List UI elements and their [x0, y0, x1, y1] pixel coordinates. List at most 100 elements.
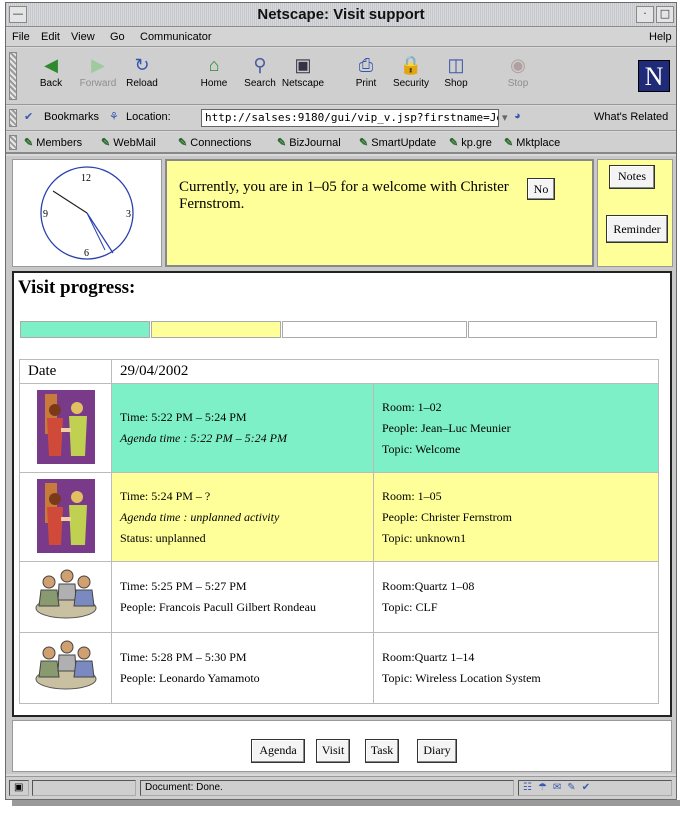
- location-icon: ⚘: [109, 111, 119, 123]
- link-label: Connections: [190, 137, 252, 149]
- menu-edit[interactable]: Edit: [41, 31, 60, 43]
- visit-button[interactable]: Visit: [316, 739, 350, 763]
- url-dropdown-icon[interactable]: ▾: [502, 111, 508, 124]
- navigation-toolbar: ◀ Back ▶ Forward ↻ Reload ⌂ Home ⚲ Searc…: [6, 48, 676, 105]
- row-time-cell: Time: 5:25 PM – 5:27 PM People: Francois…: [111, 561, 374, 633]
- room-text: Room:Quartz 1–08: [382, 579, 475, 593]
- location-grip[interactable]: [9, 109, 17, 127]
- menu-help[interactable]: Help: [649, 31, 672, 43]
- whats-related-button[interactable]: What's Related: [594, 111, 668, 123]
- meeting-people-icon: [19, 383, 112, 473]
- clock-number-12: 12: [81, 173, 91, 184]
- link-label: WebMail: [113, 137, 156, 149]
- shop-label: Shop: [444, 78, 468, 89]
- shop-button[interactable]: ◫ Shop: [431, 52, 481, 89]
- home-icon: ⌂: [208, 55, 220, 75]
- row-time-cell: Time: 5:24 PM – ? Agenda time : unplanne…: [111, 472, 374, 562]
- location-label: Location:: [126, 111, 171, 123]
- netscape-logo[interactable]: N: [638, 60, 670, 92]
- people-text: People: Leonardo Yamamoto: [120, 671, 260, 685]
- time-text: Time: 5:22 PM – 5:24 PM: [120, 410, 247, 424]
- table-row[interactable]: Time: 5:25 PM – 5:27 PM People: Francois…: [19, 561, 659, 633]
- reload-button[interactable]: ↻ Reload: [117, 52, 167, 89]
- print-icon: ⎙: [358, 55, 374, 75]
- date-value: 29/04/2002: [111, 359, 659, 384]
- notes-button[interactable]: Notes: [609, 165, 655, 189]
- row-time-cell: Time: 5:28 PM – 5:30 PM People: Leonardo…: [111, 632, 374, 704]
- diary-button[interactable]: Diary: [417, 739, 457, 763]
- lock-icon: 🔒: [399, 55, 423, 75]
- security-status-icon[interactable]: ▣: [9, 780, 29, 796]
- table-row[interactable]: Time: 5:22 PM – 5:24 PM Agenda time : 5:…: [19, 383, 659, 473]
- bookmark-icon: ✔: [24, 111, 34, 123]
- reminder-button[interactable]: Reminder: [606, 215, 668, 243]
- pen-icon: ✎: [359, 137, 369, 149]
- menu-communicator[interactable]: Communicator: [140, 31, 212, 43]
- clock-number-3: 3: [126, 209, 131, 220]
- link-members[interactable]: ✎ Members: [24, 136, 82, 149]
- forward-button[interactable]: ▶ Forward: [73, 52, 123, 89]
- print-button[interactable]: ⎙ Print: [341, 52, 391, 89]
- reload-icon: ↻: [134, 55, 150, 75]
- link-smartupdate[interactable]: ✎ SmartUpdate: [359, 136, 436, 149]
- visit-progress-panel: Visit progress: Date 29/04/2002 Time: 5:…: [12, 271, 672, 717]
- title-bar[interactable]: — Netscape: Visit support · □: [6, 3, 676, 27]
- row-details-cell: Room:Quartz 1–14 Topic: Wireless Locatio…: [373, 632, 659, 704]
- row-time-cell: Time: 5:22 PM – 5:24 PM Agenda time : 5:…: [111, 383, 374, 473]
- link-kpgre[interactable]: ✎ kp.gre: [449, 136, 492, 149]
- pen-icon: ✎: [24, 137, 34, 149]
- link-label: Mktplace: [516, 137, 561, 149]
- room-text: Room: 1–02: [382, 399, 442, 414]
- toolbar-grip[interactable]: [9, 52, 17, 100]
- link-webmail[interactable]: ✎ WebMail: [101, 136, 156, 149]
- bookmarks-button[interactable]: Bookmarks: [44, 111, 99, 123]
- time-text: Time: 5:25 PM – 5:27 PM: [120, 579, 247, 593]
- pen-icon: ✎: [101, 137, 111, 149]
- security-button[interactable]: 🔒 Security: [386, 52, 436, 89]
- back-arrow-icon: ◀: [44, 55, 58, 75]
- pen-icon: ✎: [449, 137, 459, 149]
- forward-label: Forward: [79, 78, 117, 89]
- people-text: People: Jean–Luc Meunier: [382, 420, 511, 435]
- link-bizjournal[interactable]: ✎ BizJournal: [277, 136, 341, 149]
- stop-icon: ◉: [510, 55, 526, 75]
- forward-arrow-icon: ▶: [91, 55, 105, 75]
- topic-text: Topic: Welcome: [382, 441, 461, 456]
- row-details-cell: Room:Quartz 1–08 Topic: CLF: [373, 561, 659, 633]
- group-meeting-icon: [19, 632, 112, 704]
- progress-segment: [20, 321, 150, 338]
- netscape-label: Netscape: [281, 78, 325, 89]
- table-row[interactable]: Time: 5:24 PM – ? Agenda time : unplanne…: [19, 472, 659, 562]
- netscape-button[interactable]: ▣ Netscape: [278, 52, 328, 89]
- menu-view[interactable]: View: [71, 31, 95, 43]
- task-button[interactable]: Task: [365, 739, 399, 763]
- current-location-message: Currently, you are in 1–05 for a welcome…: [179, 179, 509, 212]
- menu-file[interactable]: File: [12, 31, 30, 43]
- stop-button[interactable]: ◉ Stop: [493, 52, 543, 89]
- link-connections[interactable]: ✎ Connections: [178, 136, 251, 149]
- link-mktplace[interactable]: ✎ Mktplace: [504, 136, 560, 149]
- menu-go[interactable]: Go: [110, 31, 125, 43]
- progress-bar: [20, 321, 657, 339]
- personal-grip[interactable]: [9, 135, 17, 150]
- agenda-button[interactable]: Agenda: [251, 739, 305, 763]
- minimize-button[interactable]: ·: [636, 6, 654, 23]
- url-field[interactable]: http://salses:9180/gui/vip_v.jsp?firstna…: [201, 109, 499, 127]
- side-buttons-frame: Notes Reminder: [597, 159, 673, 267]
- component-bar-icons[interactable]: ☷☂✉✎✔: [518, 780, 672, 796]
- table-row[interactable]: Time: 5:28 PM – 5:30 PM People: Leonardo…: [19, 632, 659, 704]
- time-text: Time: 5:24 PM – ?: [120, 488, 211, 503]
- back-button[interactable]: ◀ Back: [26, 52, 76, 89]
- clock-icon: 12 3 6 9: [40, 166, 134, 260]
- status-text: Document: Done.: [140, 780, 514, 796]
- clock-number-6: 6: [84, 248, 89, 259]
- no-button[interactable]: No: [527, 178, 555, 200]
- link-label: Members: [36, 137, 83, 149]
- link-label: BizJournal: [289, 137, 341, 149]
- visit-table: Date 29/04/2002 Time: 5:22 PM – 5:24 PM …: [19, 359, 659, 704]
- home-button[interactable]: ⌂ Home: [189, 52, 239, 89]
- status-text: Status: unplanned: [120, 530, 206, 545]
- maximize-button[interactable]: □: [656, 6, 674, 23]
- row-details-cell: Room: 1–02 People: Jean–Luc Meunier Topi…: [373, 383, 659, 473]
- print-label: Print: [355, 78, 377, 89]
